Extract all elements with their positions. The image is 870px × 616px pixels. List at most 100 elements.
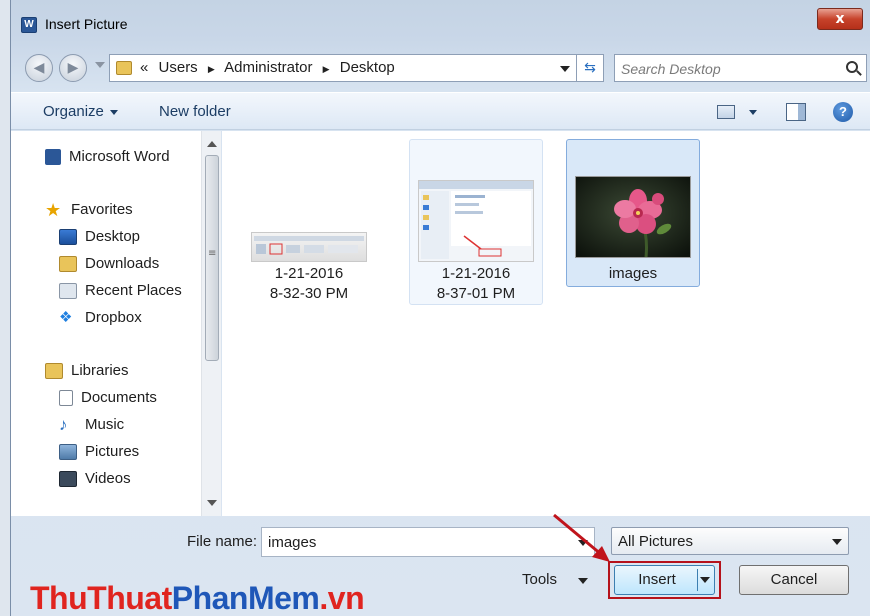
nav-label: Libraries (71, 362, 129, 379)
help-icon[interactable]: ? (833, 102, 853, 122)
word-icon (45, 149, 61, 166)
window-title: Insert Picture (45, 16, 128, 32)
watermark-logo: ThuThuatPhanMem.vn (30, 580, 365, 616)
recent-locations-dropdown[interactable] (95, 62, 105, 68)
nav-label: Videos (85, 470, 131, 487)
folder-icon (116, 61, 132, 75)
preview-pane-icon[interactable] (786, 103, 806, 121)
file-thumbnail (418, 180, 534, 262)
nav-label: Music (85, 416, 125, 433)
back-button[interactable]: ◀ (25, 54, 53, 82)
watermark-part1: ThuThuat (30, 580, 172, 616)
file-type-select[interactable]: All Pictures (611, 527, 849, 555)
word-app-icon: W (21, 17, 37, 33)
file-list: 1-21-2016 8-32-30 PM 1-21-2016 8-37-01 P… (222, 131, 870, 516)
videos-icon (59, 471, 77, 488)
flower-image-icon (576, 177, 690, 258)
split-divider (697, 569, 698, 591)
nav-item-videos[interactable]: Videos (59, 468, 131, 490)
insert-label: Insert (638, 571, 676, 588)
search-box[interactable] (614, 54, 867, 82)
nav-label: Microsoft Word (69, 148, 170, 165)
dropbox-icon: ❖ (59, 309, 73, 327)
scroll-thumb[interactable] (205, 155, 219, 361)
nav-item-music[interactable]: ♪ Music (59, 414, 124, 436)
navigation-pane: Microsoft Word ★ Favorites Desktop Downlo… (11, 131, 221, 516)
screenshot-thumbnail-icon (419, 181, 533, 259)
scroll-down-arrow-icon[interactable] (207, 500, 217, 506)
chevron-down-icon (832, 539, 842, 545)
nav-scrollbar[interactable] (201, 131, 221, 516)
address-row: ◀ ▶ « Users ▶ Administrator ▶ Desktop ⇆ (11, 50, 870, 84)
libraries-icon (45, 363, 63, 380)
nav-label: Recent Places (85, 282, 182, 299)
nav-item-favorites[interactable]: ★ Favorites (45, 199, 133, 221)
nav-label: Favorites (71, 201, 133, 218)
search-icon[interactable] (846, 61, 858, 73)
tools-dropdown-icon[interactable] (578, 578, 588, 584)
title-bar: W Insert Picture x (11, 0, 870, 44)
file-thumbnail (575, 176, 691, 258)
tools-button[interactable]: Tools (522, 571, 557, 588)
insert-picture-dialog: W Insert Picture x ◀ ▶ « Users ▶ Adminis… (10, 0, 870, 616)
file-caption-line1: 1-21-2016 (274, 265, 344, 282)
cancel-button[interactable]: Cancel (739, 565, 849, 595)
scroll-up-arrow-icon[interactable] (207, 141, 217, 147)
star-icon: ★ (45, 200, 62, 221)
nav-label: Dropbox (85, 309, 142, 326)
command-bar: Organize New folder ? (11, 92, 870, 130)
music-icon: ♪ (59, 415, 68, 435)
breadcrumb[interactable]: « Users ▶ Administrator ▶ Desktop (109, 54, 579, 82)
file-tile-selected[interactable]: images (566, 139, 700, 287)
desktop-icon (59, 229, 77, 246)
nav-item-dropbox[interactable]: ❖ Dropbox (59, 307, 142, 329)
watermark-part2: PhanMem (171, 580, 320, 616)
file-caption-line2: 8-37-01 PM (436, 285, 516, 302)
file-tile[interactable]: 1-21-2016 8-37-01 PM (409, 139, 543, 305)
nav-item-microsoft-word[interactable]: Microsoft Word (45, 146, 170, 168)
breadcrumb-overflow[interactable]: « (140, 59, 148, 76)
breadcrumb-users[interactable]: Users (159, 59, 198, 76)
documents-icon (59, 390, 73, 407)
close-button[interactable]: x (817, 8, 863, 30)
screenshot-thumbnail-icon (254, 236, 364, 255)
file-caption-line1: 1-21-2016 (441, 265, 511, 282)
nav-item-downloads[interactable]: Downloads (59, 253, 159, 275)
forward-button[interactable]: ▶ (59, 54, 87, 82)
file-name-label: File name: (187, 533, 258, 550)
more-options-dropdown[interactable] (749, 110, 757, 115)
new-folder-button[interactable]: New folder (159, 103, 231, 120)
organize-button[interactable]: Organize (43, 103, 118, 120)
downloads-folder-icon (59, 256, 77, 273)
recent-places-icon (59, 283, 77, 300)
nav-item-recent-places[interactable]: Recent Places (59, 280, 182, 302)
nav-label: Desktop (85, 228, 141, 245)
file-caption-line1: images (608, 265, 658, 282)
chevron-down-icon (109, 109, 118, 115)
nav-item-desktop[interactable]: Desktop (59, 226, 140, 248)
nav-item-pictures[interactable]: Pictures (59, 441, 139, 463)
red-arrow-annotation (553, 513, 610, 562)
file-type-value: All Pictures (618, 533, 694, 550)
change-view-icon[interactable] (717, 105, 735, 119)
file-name-value: images (268, 534, 317, 551)
nav-label: Pictures (85, 443, 140, 460)
breadcrumb-administrator[interactable]: Administrator (224, 59, 312, 76)
address-dropdown-icon[interactable] (560, 66, 570, 72)
nav-item-libraries[interactable]: Libraries (45, 360, 129, 382)
watermark-part3: .vn (319, 580, 365, 616)
chevron-right-icon[interactable]: ▶ (208, 64, 215, 74)
pictures-icon (59, 444, 77, 461)
breadcrumb-desktop[interactable]: Desktop (340, 59, 395, 76)
organize-label: Organize (43, 103, 104, 120)
chevron-right-icon[interactable]: ▶ (323, 64, 330, 74)
nav-label: Documents (81, 389, 157, 406)
insert-button[interactable]: Insert (614, 565, 715, 595)
insert-options-dropdown-icon[interactable] (700, 577, 710, 583)
search-input[interactable] (621, 59, 831, 79)
refresh-button[interactable]: ⇆ (576, 54, 604, 82)
file-caption-line2: 8-32-30 PM (269, 285, 349, 302)
file-tile[interactable]: 1-21-2016 8-32-30 PM (242, 139, 376, 305)
file-thumbnail (251, 232, 367, 262)
nav-item-documents[interactable]: Documents (59, 387, 157, 409)
